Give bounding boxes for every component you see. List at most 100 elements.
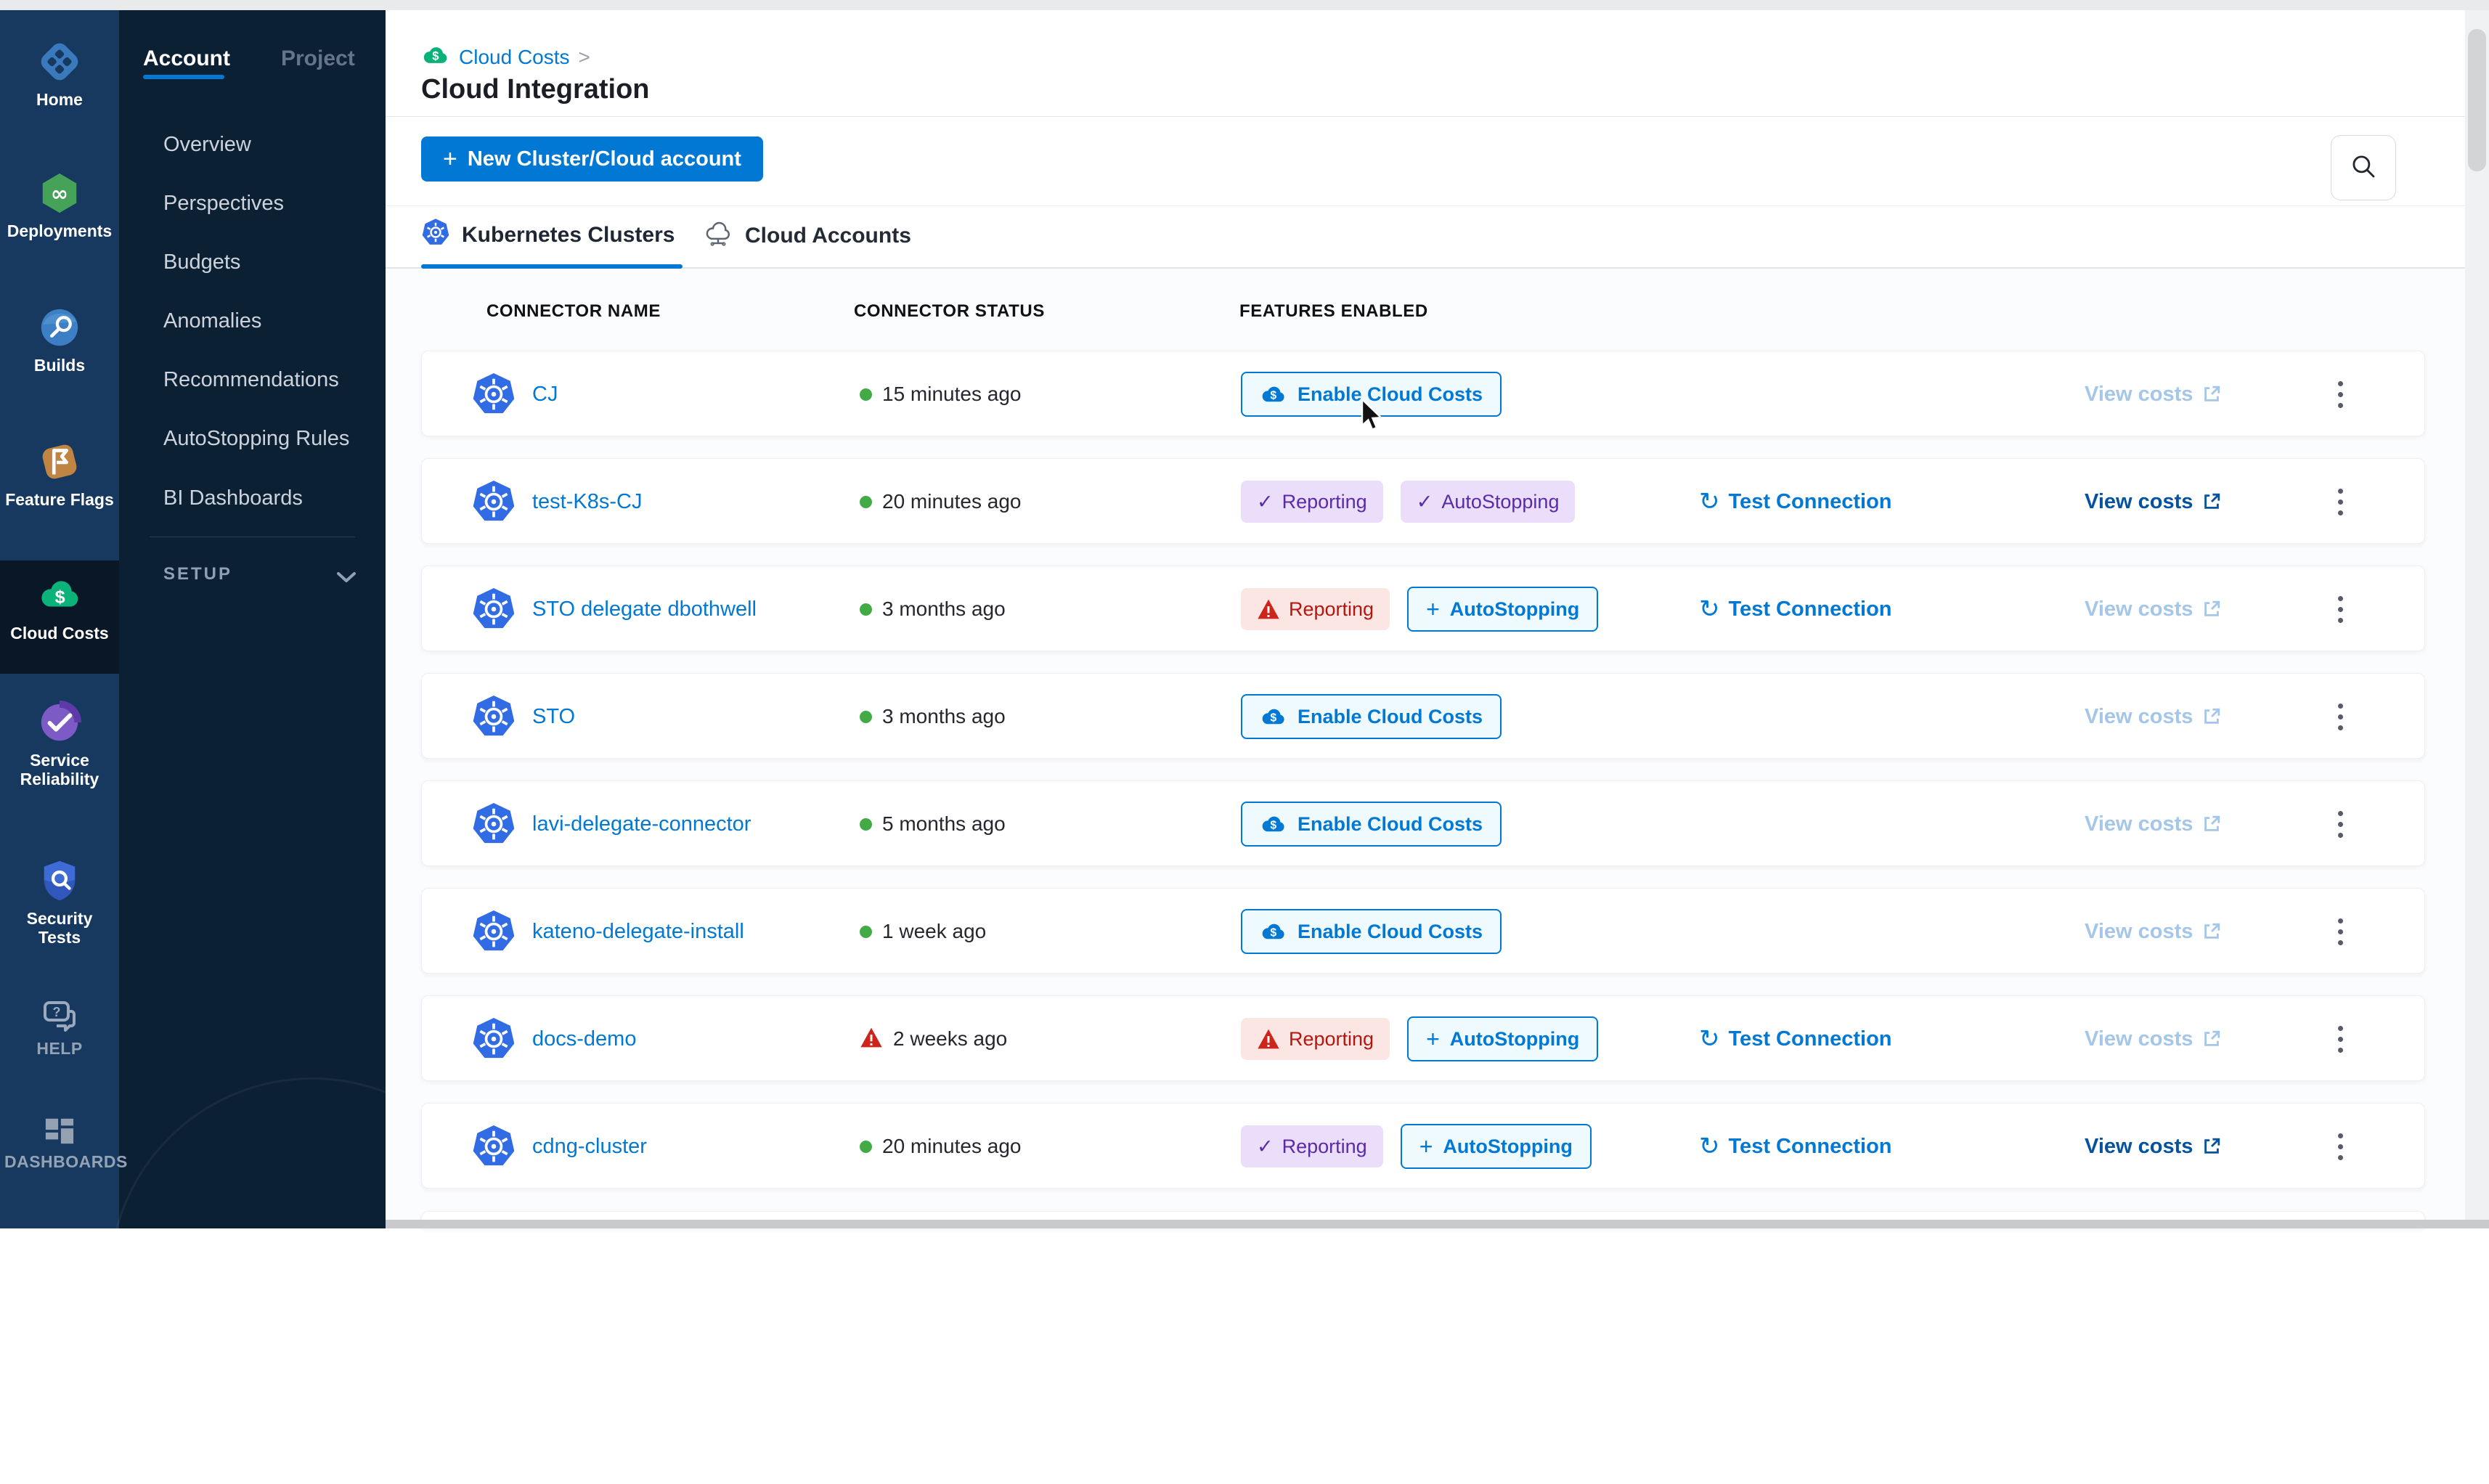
connector-status-text: 20 minutes ago [882, 490, 1021, 513]
warning-icon [1257, 1028, 1280, 1050]
status-ok-dot [860, 603, 872, 616]
row-menu-button[interactable] [2331, 459, 2350, 545]
table-row: STO delegate dbothwell3 months agoReport… [421, 566, 2425, 651]
connector-status-text: 2 weeks ago [893, 1027, 1007, 1051]
enable-cloud-costs-button[interactable]: $Enable Cloud Costs [1241, 372, 1502, 417]
module-rail: Home ∞Deployments Builds Feature Flags $Clou… [0, 10, 119, 1228]
tab-account[interactable]: Account [143, 46, 230, 71]
rail-item-builds[interactable]: Builds [0, 305, 119, 375]
connector-name-link[interactable]: CJ [532, 383, 558, 407]
rail-item-dashboards[interactable]: DASHBOARDS [0, 1116, 119, 1171]
plus-icon: + [1426, 1026, 1440, 1053]
enable-cloud-costs-button[interactable]: $Enable Cloud Costs [1241, 909, 1502, 954]
nav-item-recommendations[interactable]: Recommendations [163, 367, 339, 392]
breadcrumb: $ Cloud Costs > [421, 41, 590, 73]
connector-status-text: 20 minutes ago [882, 1135, 1021, 1158]
enable-cloud-costs-button[interactable]: $Enable Cloud Costs [1241, 802, 1502, 847]
view-costs-link[interactable]: View costs [2085, 459, 2222, 545]
window-top-strip [0, 0, 2489, 10]
rail-item-label: Security Tests [0, 909, 119, 947]
connector-name-link[interactable]: kateno-delegate-install [532, 920, 744, 944]
search-button[interactable] [2331, 135, 2396, 200]
add-autostopping-button[interactable]: +AutoStopping [1401, 1124, 1592, 1169]
nav-item-budgets[interactable]: Budgets [163, 250, 240, 274]
main-content: $ Cloud Costs > Cloud Integration + New … [386, 10, 2465, 1228]
view-costs-link[interactable]: View costs [2085, 996, 2222, 1082]
view-costs-link[interactable]: View costs [2085, 889, 2222, 974]
rail-item-deployments[interactable]: ∞Deployments [0, 171, 119, 240]
rail-item-label: Service Reliability [0, 751, 119, 788]
nav-item-overview[interactable]: Overview [163, 132, 251, 157]
connector-status-text: 3 months ago [882, 705, 1006, 728]
rail-item-service-reliability[interactable]: Service Reliability [0, 700, 119, 788]
column-header-features-enabled: FEATURES ENABLED [1239, 301, 1428, 322]
rail-item-feature-flags[interactable]: Feature Flags [0, 439, 119, 509]
breadcrumb-cloud-costs-link[interactable]: Cloud Costs [459, 46, 570, 69]
kebab-menu-icon [2331, 804, 2350, 845]
rail-item-home[interactable]: Home [0, 39, 119, 109]
row-menu-button[interactable] [2331, 566, 2350, 652]
horizontal-scrollbar[interactable] [386, 1220, 2489, 1228]
reporting-badge: ✓Reporting [1241, 1125, 1383, 1167]
row-menu-button[interactable] [2331, 351, 2350, 437]
builds-icon [0, 305, 119, 350]
svg-text:$: $ [1270, 390, 1276, 402]
tab-kubernetes-clusters[interactable]: Kubernetes Clusters [421, 218, 675, 253]
rail-item-label: Builds [0, 356, 119, 375]
nav-item-setup[interactable]: SETUP [163, 564, 232, 584]
external-link-icon [2201, 1136, 2222, 1157]
nav-item-perspectives[interactable]: Perspectives [163, 191, 284, 216]
nav-item-autostopping-rules[interactable]: AutoStopping Rules [163, 426, 349, 451]
connector-name-link[interactable]: STO delegate dbothwell [532, 598, 757, 621]
chevron-down-icon[interactable] [334, 569, 359, 589]
new-cluster-cloud-account-button[interactable]: + New Cluster/Cloud account [421, 136, 763, 182]
table-row: lavi-delegate-connector5 months ago$Enab… [421, 780, 2425, 866]
vertical-scrollbar-thumb[interactable] [2468, 29, 2486, 171]
service-reliability-icon [0, 700, 119, 745]
cloud-costs-icon: $ [0, 573, 119, 618]
svg-text:?: ? [53, 1005, 61, 1019]
nav-item-bi-dashboards[interactable]: BI Dashboards [163, 486, 303, 510]
row-menu-button[interactable] [2331, 781, 2350, 867]
add-autostopping-button[interactable]: +AutoStopping [1407, 587, 1598, 632]
view-costs-link[interactable]: View costs [2085, 1104, 2222, 1189]
test-connection-button[interactable]: ↻Test Connection [1699, 459, 1892, 545]
rail-item-cloud-costs[interactable]: $Cloud Costs [0, 573, 119, 643]
connector-name-link[interactable]: lavi-delegate-connector [532, 812, 751, 836]
row-menu-button[interactable] [2331, 1104, 2350, 1189]
vertical-scrollbar[interactable] [2465, 10, 2489, 1228]
row-menu-button[interactable] [2331, 889, 2350, 974]
connector-status-text: 15 minutes ago [882, 383, 1021, 406]
connector-status-text: 1 week ago [882, 920, 986, 943]
connector-name-link[interactable]: STO [532, 705, 575, 729]
view-costs-link[interactable]: View costs [2085, 351, 2222, 437]
enable-cloud-costs-button[interactable]: $Enable Cloud Costs [1241, 694, 1502, 739]
active-tab-underline [421, 264, 683, 269]
row-menu-button[interactable] [2331, 996, 2350, 1082]
status-warning-icon [860, 1027, 883, 1052]
tab-project[interactable]: Project [281, 46, 355, 71]
status-ok-dot [860, 711, 872, 723]
kubernetes-icon [471, 1104, 516, 1189]
test-connection-button[interactable]: ↻Test Connection [1699, 1104, 1892, 1189]
view-costs-link[interactable]: View costs [2085, 566, 2222, 652]
refresh-icon: ↻ [1699, 597, 1720, 621]
view-costs-link[interactable]: View costs [2085, 674, 2222, 759]
connector-name-link[interactable]: docs-demo [532, 1027, 636, 1051]
table-row: test-K8s-CJ20 minutes ago✓Reporting✓Auto… [421, 458, 2425, 544]
rail-item-label: Deployments [0, 221, 119, 240]
breadcrumb-separator: > [579, 46, 590, 69]
add-autostopping-button[interactable]: +AutoStopping [1407, 1016, 1598, 1061]
connector-name-link[interactable]: cdng-cluster [532, 1135, 647, 1159]
test-connection-button[interactable]: ↻Test Connection [1699, 566, 1892, 652]
test-connection-button[interactable]: ↻Test Connection [1699, 996, 1892, 1082]
connector-name-link[interactable]: test-K8s-CJ [532, 490, 642, 514]
rail-item-security-tests[interactable]: Security Tests [0, 858, 119, 947]
row-menu-button[interactable] [2331, 674, 2350, 759]
status-ok-dot [860, 496, 872, 508]
view-costs-link[interactable]: View costs [2085, 781, 2222, 867]
tab-cloud-accounts[interactable]: Cloud Accounts [703, 218, 911, 254]
rail-item-help[interactable]: ?HELP [0, 998, 119, 1058]
nav-item-anomalies[interactable]: Anomalies [163, 309, 261, 333]
external-link-icon [2201, 492, 2222, 512]
